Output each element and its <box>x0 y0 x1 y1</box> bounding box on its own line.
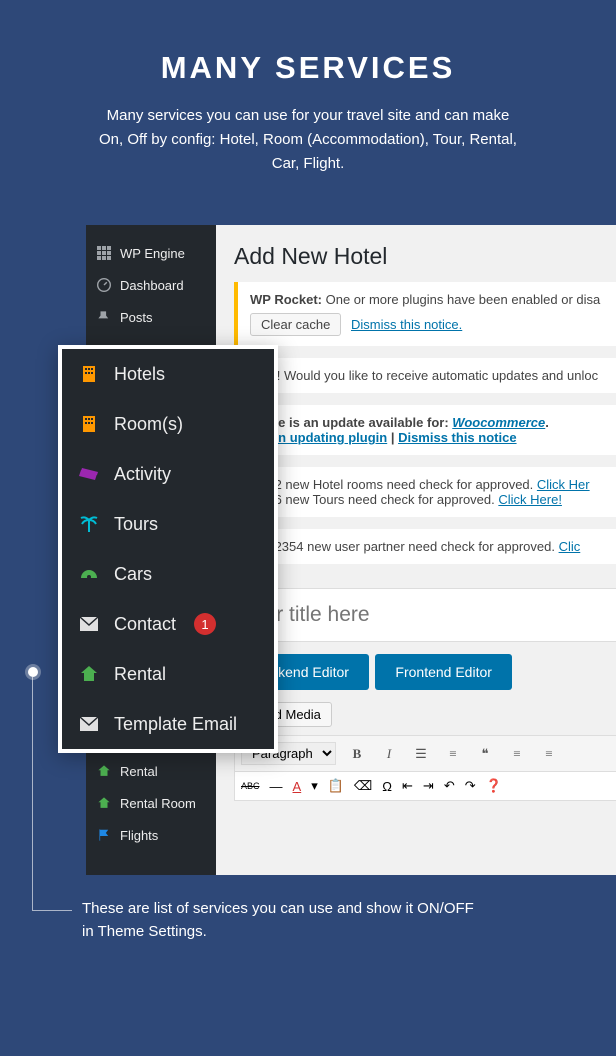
grid-icon <box>96 245 112 261</box>
text-color-button[interactable]: A <box>293 779 302 794</box>
align-left-button[interactable]: ≡ <box>506 743 528 765</box>
dropdown-icon[interactable]: ▾ <box>311 778 318 794</box>
flag-icon <box>96 827 112 843</box>
number-list-button[interactable]: ≡ <box>442 743 464 765</box>
callout-line <box>32 910 72 911</box>
dashboard-icon <box>96 277 112 293</box>
align-center-button[interactable]: ≡ <box>538 743 560 765</box>
sidebar-item-wp-engine[interactable]: WP Engine <box>86 237 216 269</box>
dismiss-notice-link[interactable]: Dismiss this notice. <box>351 317 462 332</box>
notice-text: One or more plugins have been enabled or… <box>322 292 600 307</box>
hero-description: Many services you can use for your trave… <box>98 104 518 176</box>
click-link[interactable]: Clic <box>559 539 581 554</box>
sidebar-item-flights[interactable]: Flights <box>86 819 216 851</box>
pin-icon <box>96 309 112 325</box>
notice-hotel-rooms: ave 2 new Hotel rooms need check for app… <box>234 467 616 517</box>
popup-label: Tours <box>114 514 158 535</box>
popup-item-template-email[interactable]: Template Email <box>62 699 274 749</box>
notice-text: ave 2 new Hotel rooms need check for app… <box>250 477 537 492</box>
home-icon <box>96 763 112 779</box>
sidebar-label: Dashboard <box>120 278 184 293</box>
popup-label: Activity <box>114 464 171 485</box>
popup-label: Template Email <box>114 714 237 735</box>
gauge-icon <box>78 563 100 585</box>
popup-item-activity[interactable]: Activity <box>62 449 274 499</box>
redo-button[interactable]: ↷ <box>465 778 476 794</box>
sidebar-item-dashboard[interactable]: Dashboard <box>86 269 216 301</box>
popup-label: Room(s) <box>114 414 183 435</box>
popup-label: Cars <box>114 564 152 585</box>
clear-cache-button[interactable]: Clear cache <box>250 313 341 336</box>
mail-icon <box>78 713 100 735</box>
home-icon <box>96 795 112 811</box>
dismiss-link[interactable]: Dismiss this notice <box>398 430 516 445</box>
building-icon <box>78 363 100 385</box>
strikethrough-button[interactable]: ABC <box>241 781 260 791</box>
sidebar-label: Flights <box>120 828 158 843</box>
popup-item-tours[interactable]: Tours <box>62 499 274 549</box>
popup-item-contact[interactable]: Contact 1 <box>62 599 274 649</box>
quote-button[interactable]: ❝ <box>474 743 496 765</box>
callout-caption: These are list of services you can use a… <box>82 898 482 943</box>
woocommerce-link[interactable]: Woocommerce <box>452 415 545 430</box>
page-title: Add New Hotel <box>234 243 616 270</box>
sidebar-item-rental[interactable]: Rental <box>86 755 216 787</box>
popup-label: Contact <box>114 614 176 635</box>
notice-text: ave 6 new Tours need check for approved. <box>250 492 498 507</box>
bold-button[interactable]: B <box>346 743 368 765</box>
popup-item-rental[interactable]: Rental <box>62 649 274 699</box>
sidebar-label: Posts <box>120 310 153 325</box>
indent-button[interactable]: ⇥ <box>423 778 434 794</box>
outdent-button[interactable]: ⇤ <box>402 778 413 794</box>
notice-prefix: WP Rocket: <box>250 292 322 307</box>
clear-format-button[interactable]: ⌫ <box>354 778 372 794</box>
building-icon <box>78 413 100 435</box>
hero-section: MANY SERVICES Many services you can use … <box>0 0 616 206</box>
callout-line <box>32 677 33 910</box>
sidebar-label: WP Engine <box>120 246 185 261</box>
italic-button[interactable]: I <box>378 743 400 765</box>
popup-label: Rental <box>114 664 166 685</box>
editor-toolbar-2: ABC — A ▾ 📋 ⌫ Ω ⇤ ⇥ ↶ ↷ ❓ <box>234 772 616 801</box>
mail-icon <box>78 613 100 635</box>
notice-partner: ave 2354 new user partner need check for… <box>234 529 616 564</box>
notice-prefix: There is an update available for: <box>250 415 452 430</box>
notice-text: Hola! Would you like to receive automati… <box>250 368 598 383</box>
editor-toolbar: Paragraph B I ☰ ≡ ❝ ≡ ≡ <box>234 735 616 772</box>
notice-text: ave 2354 new user partner need check for… <box>250 539 559 554</box>
palm-icon <box>78 513 100 535</box>
frontend-editor-button[interactable]: Frontend Editor <box>375 654 512 690</box>
services-popup-sidebar: Hotels Room(s) Activity Tours Cars Conta… <box>58 345 278 753</box>
sidebar-item-rental-room[interactable]: Rental Room <box>86 787 216 819</box>
popup-item-cars[interactable]: Cars <box>62 549 274 599</box>
sidebar-item-posts[interactable]: Posts <box>86 301 216 333</box>
popup-item-hotels[interactable]: Hotels <box>62 349 274 399</box>
notification-badge: 1 <box>194 613 216 635</box>
callout-marker <box>28 667 38 677</box>
popup-label: Hotels <box>114 364 165 385</box>
click-here-link[interactable]: Click Her <box>537 477 590 492</box>
notice-update: There is an update available for: Woocom… <box>234 405 616 455</box>
click-here-link[interactable]: Click Here! <box>498 492 562 507</box>
popup-item-rooms[interactable]: Room(s) <box>62 399 274 449</box>
post-title-input[interactable] <box>234 588 616 642</box>
hero-title: MANY SERVICES <box>50 50 566 86</box>
ticket-icon <box>78 463 100 485</box>
undo-button[interactable]: ↶ <box>444 778 455 794</box>
hr-button[interactable]: — <box>270 779 283 794</box>
sidebar-label: Rental Room <box>120 796 196 811</box>
notice-hola: Hola! Would you like to receive automati… <box>234 358 616 393</box>
sidebar-label: Rental <box>120 764 158 779</box>
paste-button[interactable]: 📋 <box>328 778 344 794</box>
help-button[interactable]: ❓ <box>486 778 502 794</box>
omega-button[interactable]: Ω <box>382 779 392 794</box>
home-icon <box>78 663 100 685</box>
notice-wp-rocket: WP Rocket: One or more plugins have been… <box>234 282 616 346</box>
bullet-list-button[interactable]: ☰ <box>410 743 432 765</box>
